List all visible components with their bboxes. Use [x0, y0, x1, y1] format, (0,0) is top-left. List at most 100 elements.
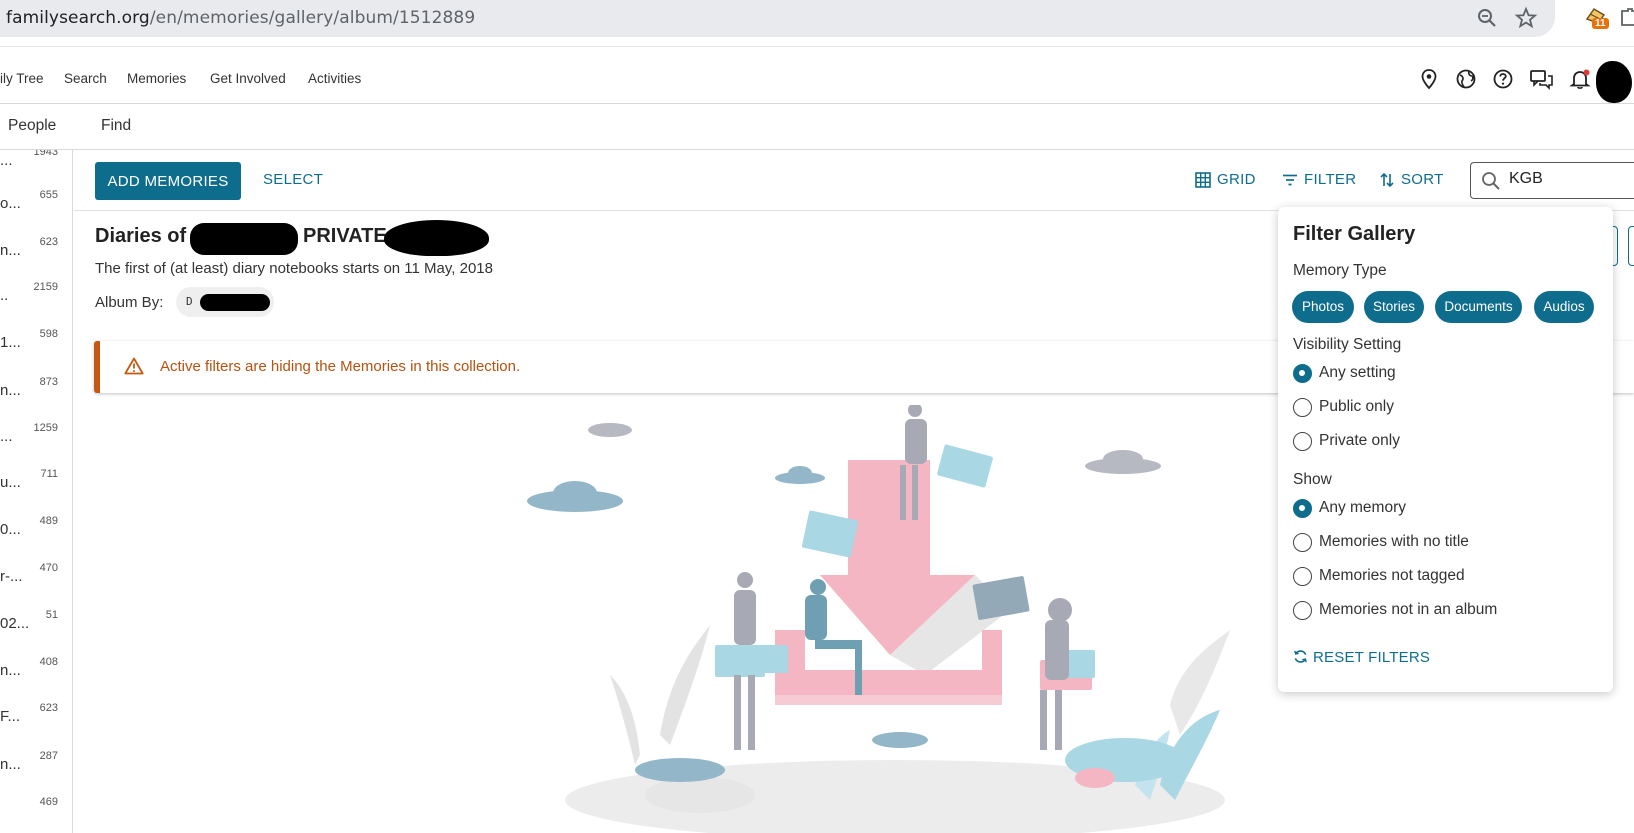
- album-list-item-count: 470: [39, 562, 58, 574]
- owner-initial: D: [186, 295, 193, 308]
- puzzle-icon[interactable]: [1618, 6, 1634, 30]
- album-list-item[interactable]: F... 623: [0, 696, 72, 736]
- nav-activities[interactable]: Activities: [308, 71, 361, 86]
- album-list-item-count: 287: [39, 750, 58, 762]
- album-list-item[interactable]: 469: [0, 790, 72, 830]
- album-list-item-title: 1...: [0, 334, 21, 351]
- album-list-item-count: 873: [39, 376, 58, 388]
- alert-message: Active filters are hiding the Memories i…: [160, 358, 521, 375]
- album-list-item-count: 623: [39, 236, 58, 248]
- album-list-item[interactable]: ... 1259: [0, 416, 72, 456]
- album-list-item[interactable]: r-... 470: [0, 556, 72, 596]
- radio-label: Memories not in an album: [1319, 601, 1498, 618]
- add-memories-button[interactable]: ADD MEMORIES: [95, 162, 241, 200]
- album-by-label: Album By:: [95, 294, 164, 311]
- subnav-people[interactable]: People: [8, 117, 56, 135]
- album-list-item[interactable]: 02... 51: [0, 603, 72, 643]
- zoom-icon[interactable]: [1475, 6, 1499, 30]
- album-list-item-count: 623: [39, 702, 58, 714]
- album-list-item[interactable]: n... 408: [0, 650, 72, 690]
- help-icon[interactable]: [1492, 68, 1514, 90]
- grid-button[interactable]: GRID: [1195, 170, 1257, 190]
- album-list-item-title: F...: [0, 708, 21, 725]
- album-title: Diaries of: [95, 225, 186, 248]
- search-input[interactable]: [1509, 170, 1629, 188]
- search-field[interactable]: [1470, 162, 1634, 199]
- nav-family-tree[interactable]: ily Tree: [0, 71, 44, 86]
- empty-state-illustration: [527, 405, 1230, 833]
- chip-documents[interactable]: Documents: [1435, 291, 1522, 323]
- sort-button[interactable]: SORT: [1379, 170, 1444, 190]
- radio-dot: [1293, 499, 1312, 518]
- album-list-item[interactable]: .. 2159: [0, 275, 72, 315]
- address-text[interactable]: familysearch.org/en/memories/gallery/alb…: [6, 8, 475, 28]
- album-list-item[interactable]: n... 287: [0, 744, 72, 784]
- album-list-item-title: n...: [0, 662, 21, 679]
- album-list-item[interactable]: 0... 489: [0, 509, 72, 549]
- radio-label: Any setting: [1319, 364, 1396, 381]
- album-list-item[interactable]: o... 655: [0, 183, 72, 223]
- album-owner-chip[interactable]: D: [176, 287, 274, 317]
- select-button[interactable]: SELECT: [263, 171, 323, 188]
- album-list-item-title: ...: [0, 428, 13, 445]
- album-list-item-title: n...: [0, 242, 21, 259]
- album-list-item-count: 1259: [33, 422, 58, 434]
- redacted-name: [384, 220, 489, 256]
- nav-search[interactable]: Search: [64, 71, 107, 86]
- grid-icon: [1195, 172, 1211, 188]
- album-title-start: Diaries of: [95, 225, 187, 247]
- chip-photos[interactable]: Photos: [1292, 291, 1354, 323]
- nav-memories[interactable]: Memories: [127, 71, 186, 86]
- url-path: /en/memories/gallery/album/1512889: [149, 8, 476, 28]
- globe-icon[interactable]: [1455, 68, 1477, 90]
- nav-get-involved[interactable]: Get Involved: [210, 71, 286, 86]
- redacted-owner: [200, 294, 270, 311]
- album-list-item[interactable]: n... 623: [0, 230, 72, 270]
- album-list-item[interactable]: 1... 598: [0, 322, 72, 362]
- album-list-item-count: 408: [39, 656, 58, 668]
- extension-badge-count: 11: [1592, 18, 1609, 29]
- extension-icon[interactable]: 11: [1584, 5, 1612, 33]
- album-list-item-count: 489: [39, 515, 58, 527]
- album-list-item[interactable]: u... 711: [0, 462, 72, 502]
- sort-icon: [1380, 172, 1394, 188]
- sub-navigation: People Find: [0, 105, 1634, 150]
- sort-label: SORT: [1401, 171, 1444, 188]
- browser-url-bar: familysearch.org/en/memories/gallery/alb…: [0, 0, 1634, 46]
- radio-dot: [1293, 432, 1312, 451]
- radio-dot: [1293, 533, 1312, 552]
- avatar[interactable]: [1596, 61, 1632, 103]
- star-icon[interactable]: [1514, 6, 1538, 30]
- filter-icon: [1283, 174, 1297, 186]
- radio-label: Any memory: [1319, 499, 1406, 516]
- album-list-item-title: 02...: [0, 615, 30, 632]
- album-list-item-count: 1943: [33, 150, 58, 158]
- radio-dot: [1293, 567, 1312, 586]
- album-list-item-count: 655: [39, 189, 58, 201]
- bell-icon[interactable]: [1569, 68, 1591, 90]
- radio-label: Memories not tagged: [1319, 567, 1465, 584]
- album-list-item-count: 469: [39, 796, 58, 808]
- subnav-find[interactable]: Find: [101, 117, 131, 135]
- location-pin-icon[interactable]: [1418, 68, 1440, 90]
- cloud-icon: [527, 423, 1161, 512]
- refresh-icon: [1294, 650, 1307, 663]
- album-list-item[interactable]: ... 1943: [0, 150, 72, 180]
- album-list-item-title: r-...: [0, 568, 23, 585]
- chip-stories[interactable]: Stories: [1364, 291, 1424, 323]
- album-description: The first of (at least) diary notebooks …: [95, 260, 493, 277]
- album-list: ... 1943 o... 655 n... 623.. 2159 1... 598 n... 87…: [0, 150, 73, 833]
- search-icon: [1482, 172, 1500, 190]
- album-list-item-title: n...: [0, 756, 21, 773]
- chat-icon[interactable]: [1529, 68, 1555, 90]
- grid-label: GRID: [1217, 171, 1256, 188]
- radio-dot: [1293, 364, 1312, 383]
- filter-button[interactable]: FILTER: [1282, 170, 1356, 190]
- album-list-item-title: n...: [0, 382, 21, 399]
- chip-audios[interactable]: Audios: [1534, 291, 1594, 323]
- hidden-action-button[interactable]: [1628, 226, 1634, 266]
- redacted-name: [190, 223, 298, 255]
- album-list-item[interactable]: n... 873: [0, 370, 72, 410]
- radio-dot: [1293, 601, 1312, 620]
- album-list-item-title: ..: [0, 287, 9, 304]
